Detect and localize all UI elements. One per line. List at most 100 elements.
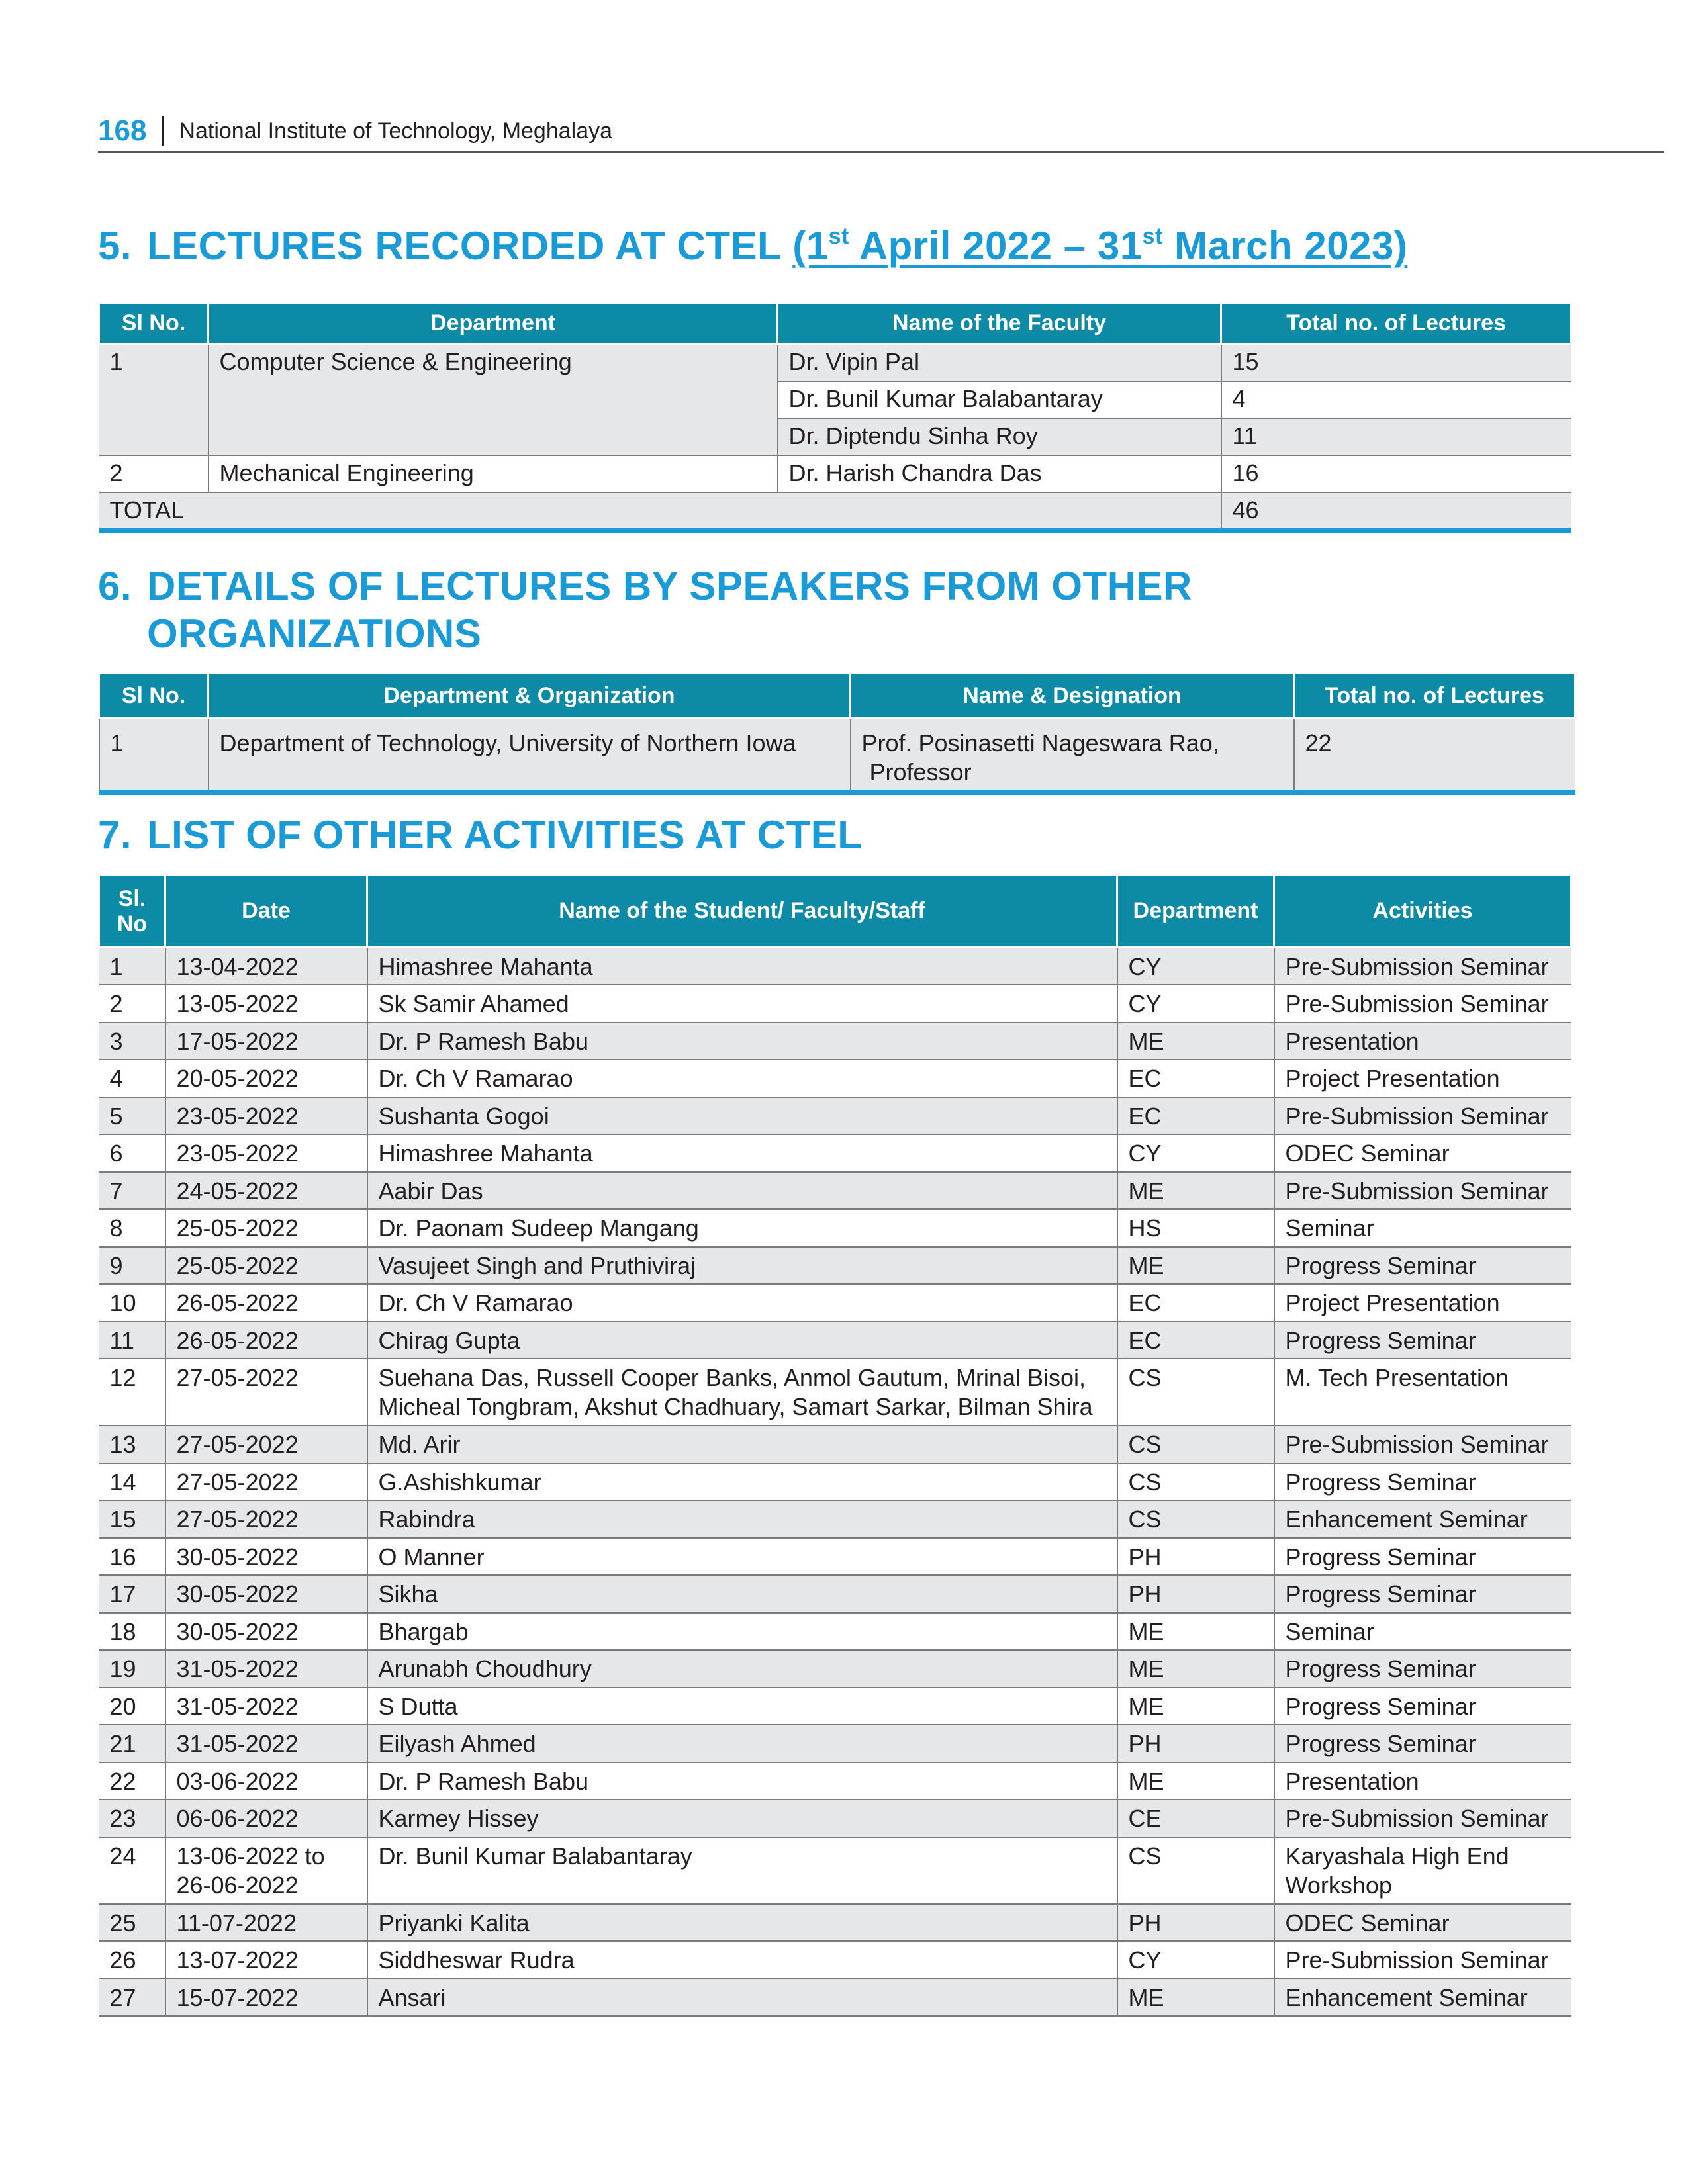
table-row: 24 13-06-2022 to 26-06-2022 Dr. Bunil Kumar… bbox=[99, 1836, 1571, 1905]
table-row: 18 30-05-2022 Bhargab ME Seminar bbox=[99, 1612, 1571, 1651]
cell-name: Arunabh Choudhury bbox=[366, 1649, 1118, 1688]
cell-date: 13-05-2022 bbox=[164, 984, 368, 1023]
cell-activity: Pre-Submission Seminar bbox=[1273, 984, 1571, 1023]
cell-name: Karmey Hissey bbox=[366, 1799, 1118, 1838]
cell-department: CS bbox=[1116, 1358, 1275, 1426]
cell-activity: M. Tech Presentation bbox=[1273, 1358, 1571, 1426]
cell-activity: Enhancement Seminar bbox=[1273, 1978, 1571, 2017]
cell-department: ME bbox=[1116, 1686, 1275, 1725]
cell-faculty: Dr. Harish Chandra Das bbox=[776, 454, 1222, 493]
cell-date: 27-05-2022 bbox=[164, 1462, 368, 1501]
cell-date: 03-06-2022 bbox=[164, 1761, 368, 1800]
table-row: 6 23-05-2022 Himashree Mahanta CY ODEC Semin… bbox=[99, 1134, 1571, 1173]
cell-activity: Presentation bbox=[1273, 1761, 1571, 1800]
table-row: 1 13-04-2022 Himashree Mahanta CY Pre-Submis… bbox=[99, 946, 1571, 985]
cell-sl: 18 bbox=[99, 1612, 166, 1651]
table-row: 25 11-07-2022 Priyanki Kalita PH ODEC Semina… bbox=[99, 1903, 1571, 1942]
cell-department: Mechanical Engineering bbox=[207, 454, 778, 493]
table-row: 21 31-05-2022 Eilyash Ahmed PH Progress Semi… bbox=[99, 1724, 1571, 1763]
cell-activity: Pre-Submission Seminar bbox=[1273, 946, 1571, 985]
cell-date: 24-05-2022 bbox=[164, 1171, 368, 1210]
header-title: National Institute of Technology, Meghal… bbox=[179, 118, 613, 144]
col-header-sl: Sl No. bbox=[98, 672, 209, 719]
cell-date: 27-05-2022 bbox=[164, 1425, 368, 1464]
cell-sl: 1 bbox=[98, 717, 209, 795]
table-row: 16 30-05-2022 O Manner PH Progress Seminar bbox=[99, 1537, 1571, 1576]
cell-sl: 1 bbox=[99, 343, 209, 456]
cell-activity: Enhancement Seminar bbox=[1273, 1500, 1571, 1539]
cell-activity: Pre-Submission Seminar bbox=[1273, 1425, 1571, 1464]
cell-activity: Karyashala High End Workshop bbox=[1273, 1836, 1571, 1905]
cell-department: HS bbox=[1116, 1208, 1275, 1248]
col-header-lectures: Total no. of Lectures bbox=[1220, 302, 1572, 345]
section6-title-line1: DETAILS OF LECTURES BY SPEAKERS FROM OTH… bbox=[147, 564, 1192, 608]
cell-name: Vasujeet Singh and Pruthiviraj bbox=[366, 1246, 1118, 1285]
cell-lectures: 16 bbox=[1220, 454, 1571, 493]
cell-department: EC bbox=[1116, 1059, 1275, 1098]
header-divider bbox=[162, 116, 165, 146]
cell-lectures: 11 bbox=[1220, 417, 1571, 456]
cell-department: PH bbox=[1116, 1574, 1275, 1614]
cell-name: Aabir Das bbox=[366, 1171, 1118, 1210]
table-header-row: Sl. No Date Name of the Student/ Faculty/… bbox=[98, 874, 1572, 948]
table-row: 15 27-05-2022 Rabindra CS Enhancement Semina… bbox=[99, 1500, 1571, 1539]
cell-date: 15-07-2022 bbox=[164, 1978, 368, 2017]
cell-faculty: Dr. Diptendu Sinha Roy bbox=[777, 417, 1222, 456]
col-header-sl: Sl. No bbox=[98, 874, 166, 948]
cell-lectures: 15 bbox=[1220, 343, 1571, 382]
cell-sl: 2 bbox=[99, 454, 209, 493]
cell-name: Siddheswar Rudra bbox=[366, 1940, 1118, 1979]
col-header-lectures: Total no. of Lectures bbox=[1293, 672, 1576, 719]
table-row: 9 25-05-2022 Vasujeet Singh and Pruthivira… bbox=[99, 1246, 1571, 1285]
cell-name: Md. Arir bbox=[366, 1425, 1118, 1464]
cell-organization: Department of Technology, University of … bbox=[207, 717, 851, 795]
cell-date: 27-05-2022 bbox=[164, 1500, 368, 1539]
cell-sl: 24 bbox=[99, 1836, 166, 1905]
cell-date: 23-05-2022 bbox=[164, 1134, 368, 1173]
section7-title: 7. LIST OF OTHER ACTIVITIES AT CTEL bbox=[98, 811, 862, 859]
cell-sl: 27 bbox=[99, 1978, 166, 2017]
cell-sl: 4 bbox=[99, 1059, 166, 1098]
cell-activity: Pre-Submission Seminar bbox=[1273, 1096, 1571, 1135]
cell-date: 30-05-2022 bbox=[164, 1612, 368, 1651]
section5-period: (1st April 2022 – 31st March 2023) bbox=[792, 224, 1408, 268]
cell-activity: ODEC Seminar bbox=[1273, 1134, 1571, 1173]
cell-name: Dr. Bunil Kumar Balabantaray bbox=[366, 1836, 1118, 1905]
cell-department: CY bbox=[1116, 1940, 1275, 1979]
cell-date: 13-06-2022 to 26-06-2022 bbox=[164, 1836, 368, 1905]
section7-title-text: LIST OF OTHER ACTIVITIES AT CTEL bbox=[147, 813, 863, 857]
cell-sl: 20 bbox=[99, 1686, 166, 1725]
table-row: 23 06-06-2022 Karmey Hissey CE Pre-Submissio… bbox=[99, 1799, 1571, 1838]
cell-sl: 1 bbox=[99, 946, 166, 985]
page-header: 168 National Institute of Technology, Me… bbox=[98, 111, 1664, 153]
cell-name: Suehana Das, Russell Cooper Banks, Anmol… bbox=[366, 1358, 1118, 1426]
table-row: 14 27-05-2022 G.Ashishkumar CS Progress Semi… bbox=[99, 1462, 1571, 1501]
cell-sl: 10 bbox=[99, 1283, 166, 1322]
col-header-name: Name of the Student/ Faculty/Staff bbox=[366, 874, 1118, 948]
cell-activity: Progress Seminar bbox=[1273, 1724, 1571, 1763]
cell-department: CS bbox=[1116, 1500, 1275, 1539]
table-row: 17 30-05-2022 Sikha PH Progress Seminar bbox=[99, 1574, 1571, 1614]
cell-activity: ODEC Seminar bbox=[1273, 1903, 1571, 1942]
section6-number: 6. bbox=[98, 564, 132, 608]
page-number: 168 bbox=[98, 114, 147, 147]
cell-activity: Pre-Submission Seminar bbox=[1273, 1171, 1571, 1210]
cell-department: CY bbox=[1116, 1134, 1275, 1173]
cell-name: O Manner bbox=[366, 1537, 1118, 1576]
cell-sl: 16 bbox=[99, 1537, 166, 1576]
cell-faculty: Dr. Bunil Kumar Balabantaray bbox=[777, 380, 1222, 419]
cell-department: EC bbox=[1116, 1320, 1275, 1359]
cell-department: CY bbox=[1116, 984, 1275, 1023]
cell-date: 26-05-2022 bbox=[164, 1320, 368, 1359]
cell-name: Dr. P Ramesh Babu bbox=[366, 1761, 1118, 1800]
cell-date: 25-05-2022 bbox=[164, 1208, 368, 1248]
speakers-table: Sl No. Department & Organization Name & … bbox=[98, 672, 1576, 795]
cell-sl: 14 bbox=[99, 1462, 166, 1501]
cell-name: Eilyash Ahmed bbox=[366, 1724, 1118, 1763]
cell-activity: Progress Seminar bbox=[1273, 1649, 1571, 1688]
cell-date: 27-05-2022 bbox=[164, 1358, 368, 1426]
cell-sl: 2 bbox=[99, 984, 166, 1023]
lectures-recorded-table: Sl No. Department Name of the Faculty To… bbox=[98, 302, 1572, 533]
table-row: 4 20-05-2022 Dr. Ch V Ramarao EC Project Pre… bbox=[99, 1059, 1571, 1098]
cell-name: Bhargab bbox=[366, 1612, 1118, 1651]
